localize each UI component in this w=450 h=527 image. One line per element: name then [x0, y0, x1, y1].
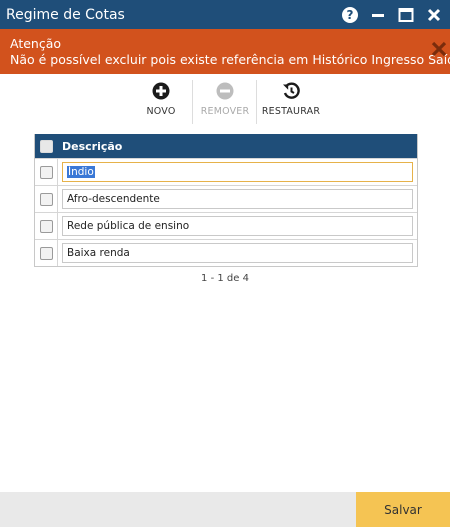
toolbar-divider — [192, 80, 193, 124]
description-cell: Rede pública de ensino — [58, 213, 417, 239]
table-row: Rede pública de ensino — [35, 212, 417, 239]
selected-text: Índio — [67, 166, 95, 178]
alert-close-icon[interactable] — [430, 40, 448, 58]
row-checkbox-cell — [35, 159, 58, 185]
restore-button[interactable]: RESTAURAR — [261, 80, 321, 122]
row-checkbox-cell — [35, 240, 58, 266]
save-button[interactable]: Salvar — [356, 492, 450, 527]
table-row: Índio — [35, 158, 417, 185]
window-title: Regime de Cotas — [6, 6, 125, 23]
footer-bar: Salvar — [0, 492, 450, 527]
column-header-descricao[interactable]: Descrição — [58, 140, 122, 153]
minus-circle-icon — [216, 82, 234, 100]
new-button[interactable]: NOVO — [142, 80, 180, 122]
row-checkbox-cell — [35, 186, 58, 212]
table-row: Afro-descendente — [35, 185, 417, 212]
row-checkbox[interactable] — [39, 192, 53, 206]
restore-button-label: RESTAURAR — [261, 106, 321, 117]
row-checkbox[interactable] — [39, 165, 53, 179]
plus-circle-icon — [152, 82, 170, 100]
description-input[interactable]: Índio — [62, 162, 413, 182]
maximize-icon[interactable] — [394, 3, 418, 27]
close-window-icon[interactable] — [422, 3, 446, 27]
row-checkbox[interactable] — [39, 219, 53, 233]
quota-table: Descrição Índio Afro-descendente Rede pú… — [34, 134, 418, 267]
description-cell: Afro-descendente — [58, 186, 417, 212]
alert-title: Atenção — [10, 36, 62, 51]
description-cell: Índio — [58, 159, 417, 185]
table-row: Baixa renda — [35, 239, 417, 266]
toolbar: NOVO REMOVER RESTAURAR — [0, 80, 450, 126]
description-input[interactable]: Rede pública de ensino — [62, 216, 413, 236]
row-checkbox[interactable] — [39, 246, 53, 260]
remove-button-label: REMOVER — [200, 106, 250, 117]
new-button-label: NOVO — [146, 106, 176, 117]
alert-banner: Atenção Não é possível excluir pois exis… — [0, 29, 450, 74]
minimize-icon[interactable] — [366, 3, 390, 27]
restore-history-icon — [283, 82, 300, 99]
window-titlebar: Regime de Cotas ? — [0, 0, 450, 29]
description-input[interactable]: Afro-descendente — [62, 189, 413, 209]
description-cell: Baixa renda — [58, 240, 417, 266]
row-checkbox-cell — [35, 213, 58, 239]
help-question-glyph: ? — [342, 6, 358, 23]
description-input[interactable]: Baixa renda — [62, 243, 413, 263]
header-checkbox-cell — [35, 134, 58, 158]
select-all-checkbox[interactable] — [40, 139, 53, 153]
help-icon[interactable]: ? — [338, 3, 362, 27]
alert-message: Não é possível excluir pois existe refer… — [10, 52, 450, 67]
toolbar-divider — [256, 80, 257, 124]
table-header: Descrição — [35, 134, 417, 158]
remove-button[interactable]: REMOVER — [201, 80, 249, 122]
pagination-info: 1 - 1 de 4 — [201, 273, 249, 284]
